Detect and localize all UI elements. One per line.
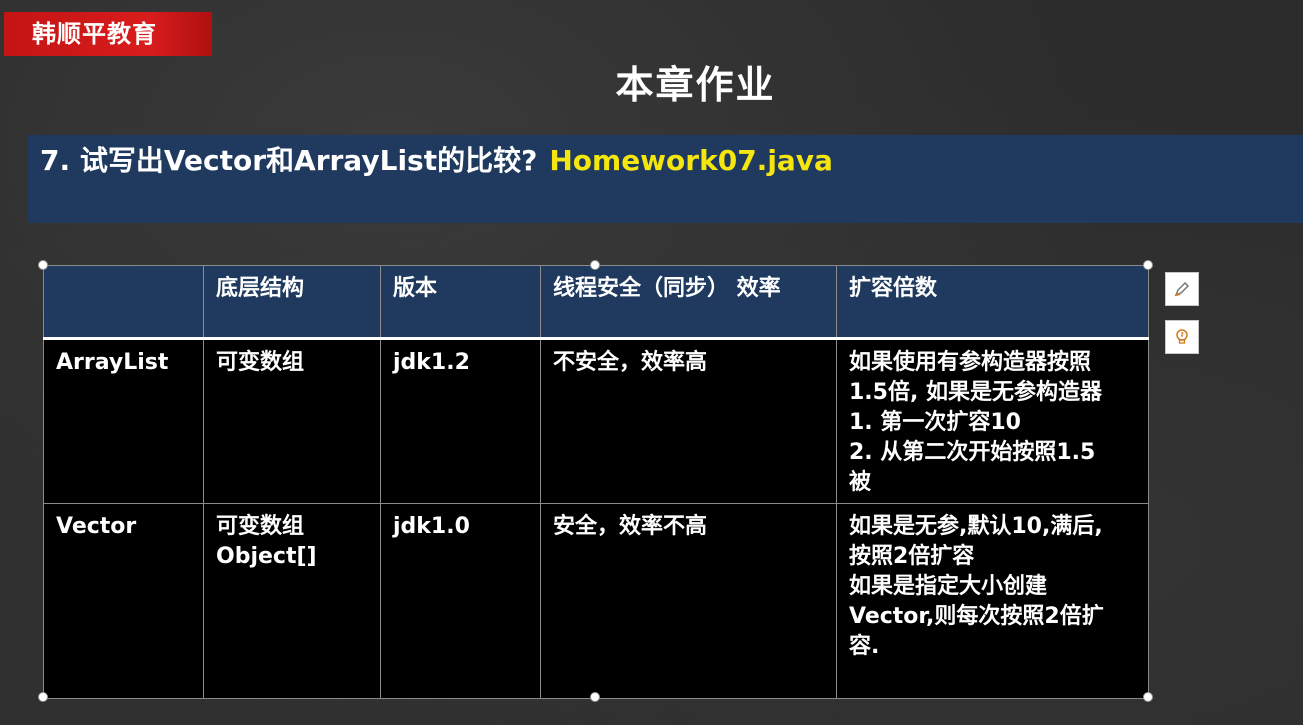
resize-handle-top-right[interactable] <box>1143 260 1153 270</box>
cell-version: jdk1.0 <box>380 503 541 699</box>
cell-growth: 如果使用有参构造器按照 1.5倍, 如果是无参构造器 1. 第一次扩容10 2.… <box>836 338 1149 504</box>
question-label: 7. 试写出Vector和ArrayList的比较? <box>40 144 538 177</box>
pen-edit-icon-glyph <box>1174 281 1190 297</box>
header-cell-empty <box>43 265 204 340</box>
header-cell-thread-safety: 线程安全（同步） 效率 <box>540 265 837 340</box>
growth-line: 如果是指定大小创建 <box>849 574 1048 599</box>
resize-handle-bottom-left[interactable] <box>38 692 48 702</box>
table-row: Vector 可变数组 Object[] jdk1.0 安全，效率不高 如果是无… <box>43 503 1149 699</box>
lightbulb-icon[interactable] <box>1165 320 1199 354</box>
growth-line: 1.5倍, 如果是无参构造器 <box>849 380 1102 405</box>
resize-handle-bottom-middle[interactable] <box>590 692 600 702</box>
growth-line: 如果是无参,默认10,满后, <box>849 514 1103 539</box>
presentation-slide: 韩顺平教育 本章作业 7. 试写出Vector和ArrayList的比较? Hom… <box>0 0 1303 725</box>
growth-line: Vector,则每次按照2倍扩 <box>849 604 1104 629</box>
table-row: ArrayList 可变数组 jdk1.2 不安全，效率高 如果使用有参构造器按… <box>43 338 1149 504</box>
cell-thread-safety: 安全，效率不高 <box>540 503 837 699</box>
page-title: 本章作业 <box>615 63 776 107</box>
cell-class-name: ArrayList <box>43 338 204 504</box>
growth-line: 如果使用有参构造器按照 <box>849 350 1092 375</box>
cell-class-name: Vector <box>43 503 204 699</box>
comparison-table[interactable]: 底层结构 版本 线程安全（同步） 效率 扩容倍数 ArrayList 可变数组 … <box>43 265 1149 699</box>
question-file-name: Homework07.java <box>549 144 833 177</box>
growth-line: 容. <box>849 634 880 659</box>
structure-line: Object[] <box>216 544 317 569</box>
lightbulb-icon-glyph <box>1176 329 1188 344</box>
cell-growth: 如果是无参,默认10,满后, 按照2倍扩容 如果是指定大小创建 Vector,则… <box>836 503 1149 699</box>
question-text: 7. 试写出Vector和ArrayList的比较? Homework07.jav… <box>40 141 833 181</box>
question-bar: 7. 试写出Vector和ArrayList的比较? Homework07.jav… <box>28 135 1303 223</box>
cell-version: jdk1.2 <box>380 338 541 504</box>
header-cell-version: 版本 <box>380 265 541 340</box>
pen-edit-icon[interactable] <box>1165 272 1199 306</box>
brand-banner: 韩顺平教育 <box>4 12 212 56</box>
structure-line: 可变数组 <box>216 514 305 539</box>
comparison-table-container[interactable]: 底层结构 版本 线程安全（同步） 效率 扩容倍数 ArrayList 可变数组 … <box>43 265 1149 699</box>
resize-handle-top-middle[interactable] <box>590 260 600 270</box>
growth-line: 按照2倍扩容 <box>849 544 975 569</box>
growth-line: 被 <box>849 470 872 495</box>
growth-line: 2. 从第二次开始按照1.5 <box>849 440 1096 465</box>
cell-structure: 可变数组 Object[] <box>203 503 381 699</box>
header-cell-growth: 扩容倍数 <box>836 265 1149 340</box>
header-cell-structure: 底层结构 <box>203 265 381 340</box>
resize-handle-bottom-right[interactable] <box>1143 692 1153 702</box>
cell-thread-safety: 不安全，效率高 <box>540 338 837 504</box>
cell-structure: 可变数组 <box>203 338 381 504</box>
structure-line: 可变数组 <box>216 350 305 375</box>
resize-handle-top-left[interactable] <box>38 260 48 270</box>
table-header-row: 底层结构 版本 线程安全（同步） 效率 扩容倍数 <box>43 265 1149 340</box>
growth-line: 1. 第一次扩容10 <box>849 410 1021 435</box>
